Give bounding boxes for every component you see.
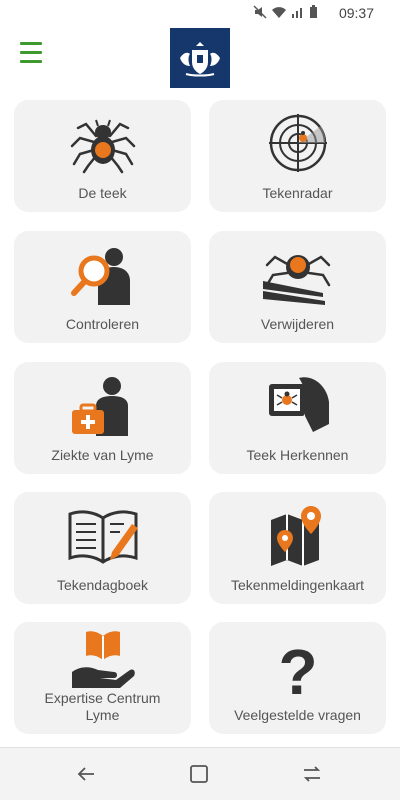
tile-label: Teek Herkennen: [246, 447, 349, 463]
system-nav-bar: [0, 747, 400, 800]
tile-label: Verwijderen: [260, 316, 335, 332]
tile-veelgestelde-vragen[interactable]: ? Veelgestelde vragen: [209, 622, 386, 734]
recent-apps-icon[interactable]: [300, 762, 324, 786]
menu-icon[interactable]: [20, 42, 42, 64]
tile-tekendagboek[interactable]: Tekendagboek: [14, 492, 191, 604]
tile-label: Veelgestelde vragen: [234, 707, 361, 723]
question-mark-icon: ?: [278, 638, 317, 700]
status-time: 09:37: [338, 5, 374, 21]
radar-icon: [268, 114, 327, 172]
tile-label: Expertise Centrum Lyme: [44, 690, 161, 723]
tile-label: Tekenradar: [262, 185, 333, 201]
tick-icon: [70, 119, 135, 174]
camera-hand-icon: [268, 377, 329, 432]
tile-expertise-centrum-lyme[interactable]: Expertise Centrum Lyme: [14, 622, 191, 734]
tile-teek-herkennen[interactable]: Teek Herkennen: [209, 362, 386, 474]
tile-ziekte-van-lyme[interactable]: Ziekte van Lyme: [14, 362, 191, 474]
mute-icon: [253, 5, 267, 19]
battery-icon: [310, 5, 317, 18]
tile-tekenradar[interactable]: Tekenradar: [209, 100, 386, 212]
diary-icon: [68, 510, 138, 564]
home-square-icon[interactable]: [187, 762, 211, 786]
tile-controleren[interactable]: Controleren: [14, 231, 191, 343]
tile-de-teek[interactable]: De teek: [14, 100, 191, 212]
magnifier-person-icon: [70, 248, 130, 305]
status-icons: [253, 5, 318, 19]
wifi-icon: [272, 7, 286, 18]
tile-verwijderen[interactable]: Verwijderen: [209, 231, 386, 343]
app-header: [0, 26, 400, 92]
tile-tekenmeldingenkaart[interactable]: Tekenmeldingenkaart: [209, 492, 386, 604]
tile-label: De teek: [78, 185, 127, 201]
tile-label: Tekendagboek: [56, 577, 149, 593]
tile-label: Tekenmeldingenkaart: [230, 577, 365, 593]
book-hand-icon: [71, 631, 135, 688]
rijksoverheid-logo: [170, 28, 230, 88]
svg-text:?: ?: [278, 638, 317, 700]
tile-label: Controleren: [65, 316, 140, 332]
map-pins-icon: [270, 506, 321, 566]
signal-icon: [292, 8, 302, 18]
back-arrow-icon[interactable]: [74, 762, 98, 786]
status-bar: 09:37: [0, 0, 400, 26]
tile-label: Ziekte van Lyme: [51, 447, 154, 463]
tweezers-tick-icon: [262, 255, 330, 305]
medical-person-icon: [71, 377, 128, 436]
